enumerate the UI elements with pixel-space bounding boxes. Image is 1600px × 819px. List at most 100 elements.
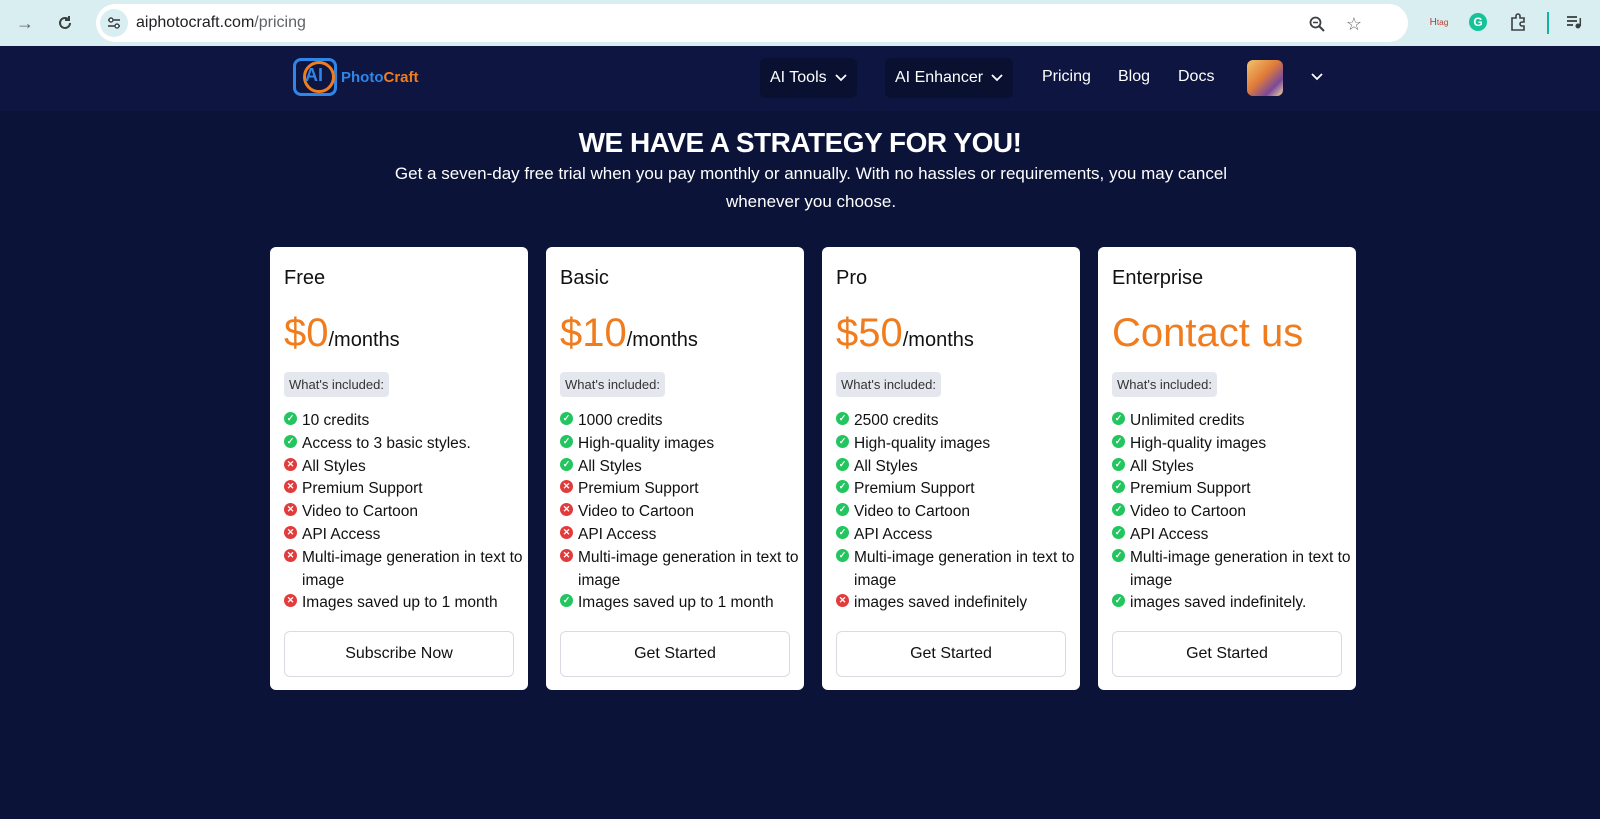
x-circle-icon: ✕	[560, 480, 573, 494]
feature-text: All Styles	[854, 457, 918, 475]
feature-item: ✕ All Styles	[284, 456, 524, 479]
check-circle-icon: ✓	[1112, 480, 1125, 494]
check-circle-icon: ✓	[560, 434, 573, 448]
feature-list: ✓ 10 credits ✓ Access to 3 basic styles. ✕ Al…	[284, 410, 524, 615]
feature-item: ✕ API Access	[284, 524, 524, 547]
plan-price: Contact us	[1112, 311, 1303, 356]
price-amount: $10	[560, 311, 627, 355]
feature-text: Images saved up to 1 month	[302, 594, 498, 612]
plan-name: Free	[284, 267, 326, 289]
check-circle-icon: ✓	[836, 548, 849, 562]
get-started-button[interactable]: Get Started	[560, 631, 790, 677]
page-subtitle: Get a seven-day free trial when you pay …	[394, 164, 1228, 211]
x-circle-icon: ✕	[560, 548, 573, 562]
feature-item: ✓ 1000 credits	[560, 410, 800, 433]
feature-text: Unlimited credits	[1130, 412, 1245, 429]
ai-enhancer-dropdown[interactable]: AI Enhancer	[885, 58, 1014, 98]
check-circle-icon: ✓	[1112, 525, 1125, 539]
feature-text: High-quality images	[854, 434, 991, 452]
feature-text: API Access	[302, 525, 381, 543]
check-circle-icon: ✓	[836, 503, 849, 517]
feature-text: Premium Support	[1130, 480, 1251, 498]
feature-item: ✓ All Styles	[560, 456, 800, 479]
bookmark-star-icon[interactable]: ☆	[1343, 13, 1365, 35]
feature-text: Multi-image generation in text to image	[854, 548, 1075, 589]
feature-text: High-quality images	[578, 434, 715, 452]
feature-item: ✓ Video to Cartoon	[836, 501, 1076, 524]
x-circle-icon: ✕	[284, 480, 297, 494]
feature-item: ✕ Multi-image generation in text to image	[284, 547, 524, 593]
url-path: /pricing	[254, 14, 306, 31]
feature-item: ✓ Multi-image generation in text to image	[1112, 547, 1352, 593]
check-circle-icon: ✓	[1112, 412, 1125, 425]
subscribe-now-button[interactable]: Subscribe Now	[284, 631, 514, 677]
check-circle-icon: ✓	[560, 457, 573, 471]
feature-item: ✕ images saved indefinitely	[836, 592, 1076, 615]
x-circle-icon: ✕	[560, 503, 573, 517]
feature-item: ✓ Access to 3 basic styles.	[284, 433, 524, 456]
reload-icon[interactable]	[51, 9, 79, 37]
grammarly-icon[interactable]: G	[1466, 10, 1490, 34]
media-control-icon[interactable]	[1562, 10, 1586, 34]
site-info-icon[interactable]	[100, 9, 128, 37]
get-started-button[interactable]: Get Started	[1112, 631, 1342, 677]
plan-price: $50/months	[836, 311, 974, 356]
check-circle-icon: ✓	[836, 434, 849, 448]
feature-text: API Access	[1130, 525, 1209, 543]
extensions-puzzle-icon[interactable]	[1506, 10, 1530, 34]
feature-text: Multi-image generation in text to image	[578, 548, 799, 589]
feature-item: ✕ API Access	[560, 524, 800, 547]
nav-link-blog[interactable]: Blog	[1118, 68, 1150, 86]
forward-icon[interactable]: →	[11, 9, 39, 37]
pricing-card-enterprise: Enterprise Contact us What's included: ✓ Unl…	[1098, 247, 1356, 690]
chevron-down-icon	[991, 69, 1003, 87]
pricing-card-basic: Basic $10/months What's included: ✓ 1000 cre…	[546, 247, 804, 690]
user-avatar[interactable]	[1247, 60, 1283, 96]
check-circle-icon: ✓	[836, 525, 849, 539]
check-circle-icon: ✓	[1112, 548, 1125, 562]
feature-item: ✓ Images saved up to 1 month	[560, 592, 800, 615]
feature-text: Multi-image generation in text to image	[302, 548, 523, 589]
price-amount: Contact us	[1112, 311, 1304, 355]
price-period: /months	[328, 329, 400, 351]
nav-link-pricing[interactable]: Pricing	[1042, 68, 1091, 86]
feature-item: ✓ 10 credits	[284, 410, 524, 433]
feature-text: Premium Support	[854, 480, 975, 498]
account-chevron-down-icon[interactable]	[1311, 68, 1323, 84]
plan-price: $0/months	[284, 311, 400, 356]
feature-item: ✓ High-quality images	[1112, 433, 1352, 456]
plan-name: Enterprise	[1112, 267, 1204, 289]
pricing-card-free: Free $0/months What's included: ✓ 10 credits…	[270, 247, 528, 690]
feature-text: Multi-image generation in text to image	[1130, 548, 1351, 589]
feature-item: ✓ All Styles	[1112, 456, 1352, 479]
x-circle-icon: ✕	[284, 525, 297, 539]
feature-item: ✕ Images saved up to 1 month	[284, 592, 524, 615]
feature-item: ✓ Unlimited credits	[1112, 410, 1352, 433]
x-circle-icon: ✕	[284, 503, 297, 517]
plan-name: Pro	[836, 267, 868, 289]
feature-text: 2500 credits	[854, 412, 939, 429]
feature-text: images saved indefinitely.	[1130, 594, 1307, 612]
get-started-button[interactable]: Get Started	[836, 631, 1066, 677]
aiphotocraft-logo[interactable]: AI PhotoCraft	[293, 58, 443, 98]
nav-link-docs[interactable]: Docs	[1178, 68, 1214, 86]
ai-tools-dropdown[interactable]: AI Tools	[760, 58, 857, 98]
feature-text: Video to Cartoon	[854, 503, 971, 521]
url-host: aiphotocraft.com	[136, 14, 255, 31]
feature-text: All Styles	[1130, 457, 1194, 475]
check-circle-icon: ✓	[836, 412, 849, 425]
feature-item: ✓ Premium Support	[1112, 478, 1352, 501]
toolbar-divider	[1547, 12, 1549, 34]
zoom-icon[interactable]	[1306, 13, 1328, 35]
feature-text: 1000 credits	[578, 412, 663, 429]
url-text[interactable]: aiphotocraft.com/pricing	[136, 14, 306, 32]
check-circle-icon: ✓	[284, 434, 297, 448]
x-circle-icon: ✕	[284, 548, 297, 562]
htag-extension-icon[interactable]: Htag	[1427, 10, 1451, 34]
price-period: /months	[626, 329, 698, 351]
price-amount: $50	[836, 311, 903, 355]
feature-list: ✓ 1000 credits ✓ High-quality images ✓ All St…	[560, 410, 800, 615]
feature-item: ✓ High-quality images	[560, 433, 800, 456]
check-circle-icon: ✓	[836, 480, 849, 494]
address-bar[interactable]: aiphotocraft.com/pricing ☆	[96, 4, 1408, 42]
